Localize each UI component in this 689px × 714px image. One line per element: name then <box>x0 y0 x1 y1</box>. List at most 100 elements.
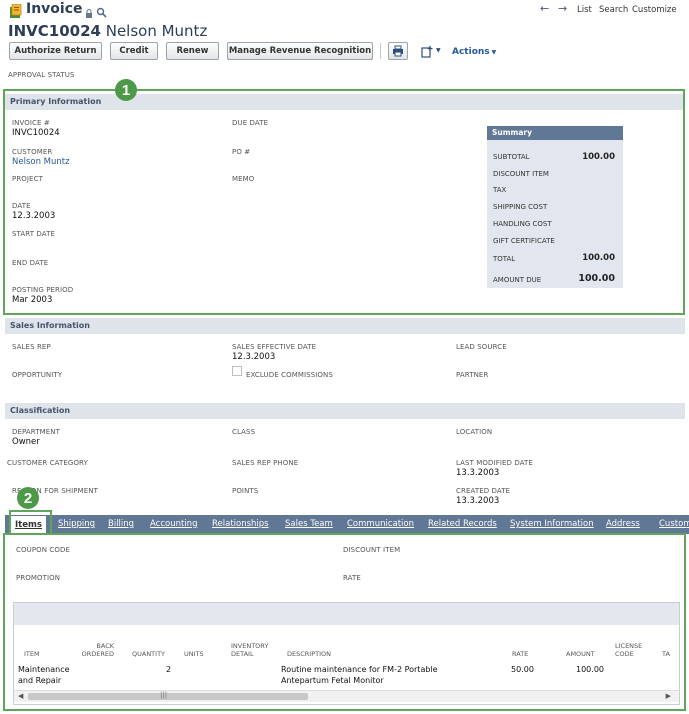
sales-rep-label: SALES REP <box>12 343 51 351</box>
lead-source-label: LEAD SOURCE <box>456 343 507 351</box>
manage-revenue-recognition-button[interactable]: Manage Revenue Recognition <box>227 42 373 60</box>
last-modified-date-label: LAST MODIFIED DATE <box>456 459 533 467</box>
coupon-code-label: COUPON CODE <box>16 546 71 554</box>
invoice-number-label: INVOICE # <box>12 119 50 127</box>
rate-cell: 50.00 <box>511 665 534 674</box>
annotation-badge-2: 2 <box>17 487 39 509</box>
invoice-number-value: INVC10024 <box>12 128 60 138</box>
date-label: DATE <box>12 202 31 210</box>
total-label: TOTAL <box>493 255 516 263</box>
col-quantity: QUANTITY <box>132 650 166 658</box>
amount-due-value: 100.00 <box>578 273 615 284</box>
promotion-label: PROMOTION <box>16 574 61 582</box>
location-label: LOCATION <box>456 428 493 436</box>
search-icon[interactable] <box>96 3 107 18</box>
customer-category-label: CUSTOMER CATEGORY <box>7 459 88 467</box>
nav-list-link[interactable]: List <box>577 5 592 15</box>
department-label: DEPARTMENT <box>12 428 60 436</box>
tab-accounting[interactable]: Accounting <box>150 515 197 534</box>
po-label: PO # <box>232 148 251 156</box>
tab-relationships[interactable]: Relationships <box>212 515 269 534</box>
due-date-label: DUE DATE <box>232 119 269 127</box>
col-units: UNITS <box>184 650 204 658</box>
amount-due-label: AMOUNT DUE <box>493 276 542 284</box>
back-arrow-icon[interactable]: ← <box>540 2 549 15</box>
item-link[interactable]: Maintenance and Repair <box>18 664 78 686</box>
col-rate: RATE <box>512 650 529 658</box>
memo-label: MEMO <box>232 175 255 183</box>
tab-communication[interactable]: Communication <box>347 515 414 534</box>
end-date-label: END DATE <box>12 259 49 267</box>
class-label: CLASS <box>232 428 256 436</box>
tab-address[interactable]: Address <box>606 515 640 534</box>
opportunity-label: OPPORTUNITY <box>12 371 63 379</box>
subtotal-value: 100.00 <box>582 152 615 162</box>
caret-down-icon: ▼ <box>491 49 497 56</box>
department-value: Owner <box>12 437 40 447</box>
credit-button[interactable]: Credit <box>110 42 158 60</box>
print-icon <box>392 45 404 57</box>
rate-field-label: RATE <box>343 574 361 582</box>
col-description: DESCRIPTION <box>287 650 331 658</box>
scroll-right-icon[interactable]: ▶ <box>666 692 671 700</box>
posting-period-label: POSTING PERIOD <box>12 286 74 294</box>
record-type: Invoice <box>26 1 83 17</box>
actions-label: Actions <box>452 47 490 57</box>
scrollbar-thumb[interactable] <box>28 693 308 700</box>
page-title: INVC10024 Nelson Muntz <box>8 21 207 41</box>
summary-box: Summary SUBTOTAL 100.00 DISCOUNT ITEM TA… <box>487 126 623 288</box>
handling-cost-label: HANDLING COST <box>493 220 552 228</box>
invoice-icon <box>9 3 22 18</box>
amount-cell: 100.00 <box>576 665 604 674</box>
caret-down-icon: ▼ <box>436 47 441 54</box>
sales-rep-phone-label: SALES REP PHONE <box>232 459 299 467</box>
date-value: 12.3.2003 <box>12 211 56 221</box>
subtab-bar: Items Shipping Billing Accounting Relati… <box>5 515 689 535</box>
authorize-return-button[interactable]: Authorize Return <box>9 42 102 60</box>
renew-button[interactable]: Renew <box>166 42 219 60</box>
horizontal-scrollbar[interactable]: ◀ ||| ▶ <box>14 690 679 702</box>
created-date-value: 13.3.2003 <box>456 496 500 506</box>
tab-custom[interactable]: Custom <box>659 515 689 534</box>
col-inventory-detail: INVENTORY DETAIL <box>231 642 269 658</box>
scroll-grip-icon: ||| <box>160 691 168 699</box>
nav-search-link[interactable]: Search <box>599 5 628 15</box>
attach-icon <box>420 44 434 63</box>
attach-button[interactable]: ▼ <box>420 44 444 58</box>
project-label: PROJECT <box>12 175 43 183</box>
sales-effective-date-value: 12.3.2003 <box>232 352 276 362</box>
tab-sales-team[interactable]: Sales Team <box>285 515 333 534</box>
quantity-cell: 2 <box>166 665 172 674</box>
customer-label: CUSTOMER <box>12 148 53 156</box>
sales-information-header: Sales Information <box>5 318 685 334</box>
description-text: Routine maintenance for FM-2 Portable An… <box>281 665 438 685</box>
exclude-commissions-label: EXCLUDE COMMISSIONS <box>246 371 333 379</box>
annotation-badge-1: 1 <box>115 79 137 101</box>
points-label: POINTS <box>232 487 259 495</box>
tab-related-records[interactable]: Related Records <box>428 515 497 534</box>
item-link-text: Maintenance and Repair <box>18 665 70 685</box>
customer-link[interactable]: Nelson Muntz <box>12 157 70 167</box>
description-cell: Routine maintenance for FM-2 Portable An… <box>281 664 451 686</box>
tab-shipping[interactable]: Shipping <box>58 515 95 534</box>
print-button[interactable] <box>388 42 408 60</box>
created-date-label: CREATED DATE <box>456 487 511 495</box>
exclude-commissions-checkbox[interactable] <box>232 366 242 376</box>
tab-system-information[interactable]: System Information <box>510 515 594 534</box>
col-amount: AMOUNT <box>566 650 595 658</box>
col-inventory-detail-text: INVENTORY DETAIL <box>231 642 269 658</box>
col-license-code: LICENSE CODE <box>615 642 643 658</box>
actions-menu[interactable]: Actions ▼ <box>452 47 496 57</box>
toolbar-divider <box>380 43 381 59</box>
total-value: 100.00 <box>582 253 615 263</box>
forward-arrow-icon[interactable]: → <box>558 2 567 15</box>
col-back-ordered-text: BACK ORDERED <box>81 642 114 658</box>
items-grid-toolbar <box>14 603 679 625</box>
summary-header: Summary <box>487 126 623 140</box>
start-date-label: START DATE <box>12 230 56 238</box>
title-number: INVC10024 <box>8 22 101 40</box>
gift-certificate-label: GIFT CERTIFICATE <box>493 237 555 245</box>
nav-customize-link[interactable]: Customize <box>632 5 677 15</box>
scroll-left-icon[interactable]: ◀ <box>18 692 23 700</box>
tab-billing[interactable]: Billing <box>108 515 134 534</box>
